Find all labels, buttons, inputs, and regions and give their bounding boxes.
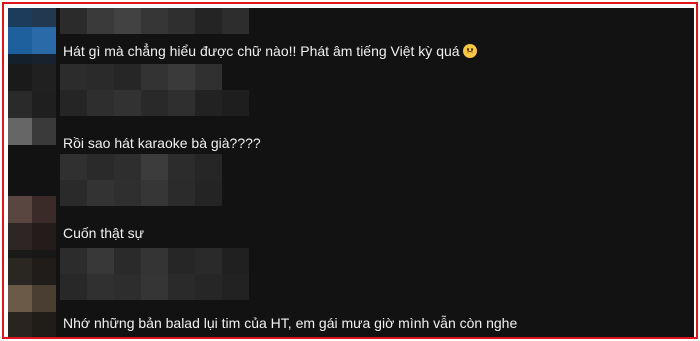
author-name-blurred (60, 154, 222, 180)
disappointed-face-emoji-icon (462, 44, 477, 58)
author-name-blurred (60, 248, 250, 274)
comment-item: Nhớ những bản balad lụi tim của HT, em g… (8, 248, 694, 337)
comment-meta-blurred (60, 180, 222, 206)
comment-item: Cuốn thật sự (8, 154, 694, 277)
screenshot-frame: Hát gì mà chẳng hiểu được chữ nào!! Phát… (2, 2, 698, 339)
author-name-blurred (60, 64, 246, 90)
comment-text: Nhớ những bản balad lụi tim của HT, em g… (63, 315, 518, 331)
comment-text: Rồi sao hát karaoke bà già???? (63, 135, 261, 151)
comment-text: Cuốn thật sự (63, 225, 144, 241)
avatar-pixelated[interactable] (8, 64, 56, 146)
avatar-pixelated[interactable] (8, 258, 56, 337)
comments-panel: Hát gì mà chẳng hiểu được chữ nào!! Phát… (8, 8, 694, 337)
comment-meta-blurred (60, 90, 249, 116)
comment-text: Hát gì mà chẳng hiểu được chữ nào!! Phát… (63, 42, 477, 60)
comment-item: Rồi sao hát karaoke bà già???? (8, 64, 694, 151)
comment-meta-blurred (60, 274, 250, 300)
author-name-blurred (60, 8, 260, 34)
